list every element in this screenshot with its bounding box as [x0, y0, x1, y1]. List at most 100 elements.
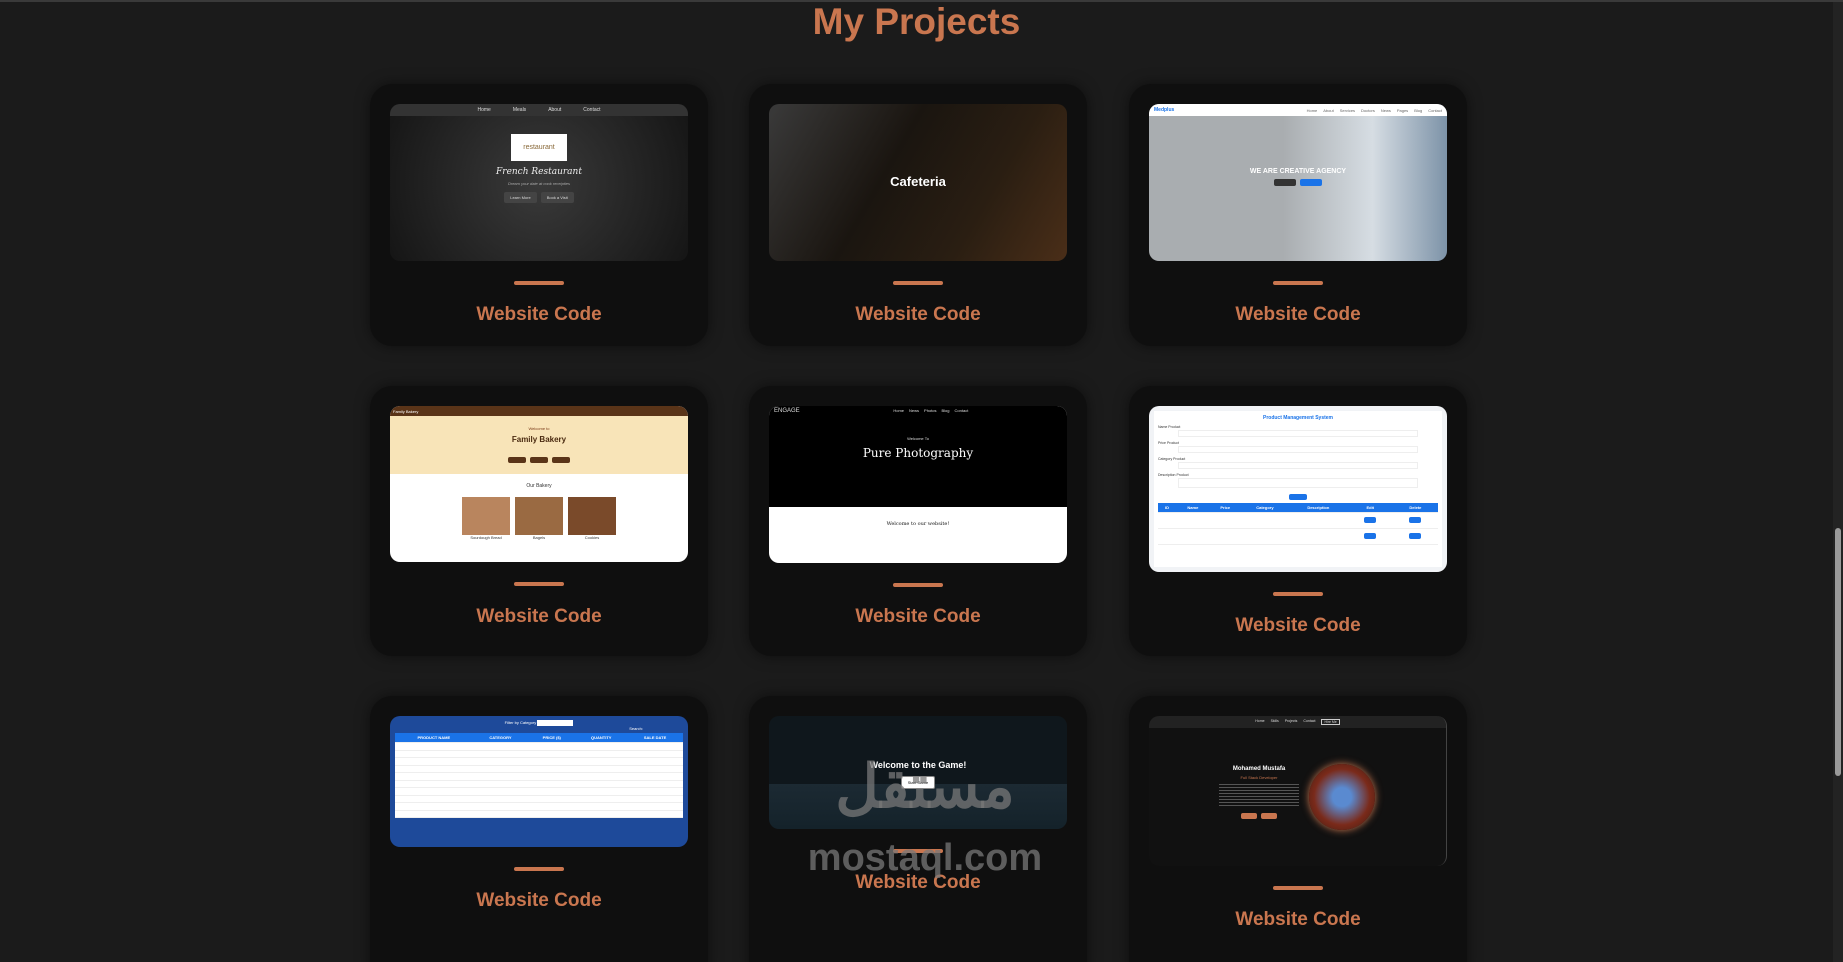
- nav-item: Pages: [1396, 107, 1409, 113]
- nav-item: About: [548, 107, 562, 113]
- preview-section: Our Bakery: [526, 483, 552, 489]
- preview-heading: Welcome to the Game!: [869, 760, 967, 770]
- column-header: SALE DATE: [627, 733, 683, 743]
- filter-label: Filter by Category: [504, 720, 537, 726]
- project-card-bakery: Family Bakery Welcome to Family Bakery O…: [370, 386, 708, 656]
- nav-item: Blog: [941, 408, 950, 413]
- preview-heading: Family Bakery: [511, 435, 567, 444]
- project-preview[interactable]: ENGAGE Home News Photos Blog Contact Welcome…: [769, 406, 1067, 563]
- project-card-sales-table: Filter by Category Search: PRODUCT NAME C…: [370, 696, 708, 962]
- column-header: Delete: [1392, 503, 1438, 513]
- column-header: Edit: [1347, 503, 1393, 513]
- nav-item: Home: [477, 107, 491, 113]
- preview-item: Cookies: [584, 535, 600, 540]
- field-label: Price Product: [1158, 441, 1180, 445]
- preview-logo: restaurant: [511, 134, 567, 161]
- preview-heading: Product Management System: [1262, 415, 1334, 421]
- nav-item: Home: [893, 408, 905, 413]
- project-preview[interactable]: Welcome to the Game! Start Game: [769, 716, 1067, 829]
- column-header: ID: [1158, 503, 1177, 513]
- column-header: PRICE ($): [528, 733, 576, 743]
- divider: [514, 582, 564, 586]
- divider: [893, 583, 943, 587]
- field-label: Category Product: [1158, 457, 1186, 461]
- nav-item: Contact: [1303, 719, 1316, 723]
- website-code-link[interactable]: Website Code: [370, 304, 708, 326]
- preview-welcome: Welcome To: [907, 436, 929, 441]
- nav-item: Hire Me: [1321, 719, 1340, 725]
- nav-item: Doctors: [1361, 107, 1375, 113]
- project-preview[interactable]: Filter by Category Search: PRODUCT NAME C…: [390, 716, 688, 847]
- project-preview[interactable]: Product Management System Name Product P…: [1149, 406, 1447, 572]
- preview-section: Welcome to our website!: [886, 521, 950, 527]
- preview-table: PRODUCT NAME CATEGORY PRICE ($) QUANTITY SAL…: [395, 733, 683, 818]
- preview-heading: Mohamed Mustafa: [1232, 766, 1286, 772]
- column-header: PRODUCT NAME: [395, 733, 473, 743]
- project-card-game: Welcome to the Game! Start Game Website …: [749, 696, 1087, 962]
- search-label: Search:: [629, 726, 643, 731]
- website-code-link[interactable]: Website Code: [370, 890, 708, 912]
- project-preview[interactable]: Home Meals About Contact restaurant French …: [390, 104, 688, 261]
- project-preview[interactable]: Home Skills Projects Contact Hire Me Mohamed…: [1149, 716, 1447, 866]
- nav-item: Meals: [512, 107, 527, 113]
- project-card-photography: ENGAGE Home News Photos Blog Contact Welcome…: [749, 386, 1087, 656]
- preview-heading: French Restaurant: [496, 167, 582, 177]
- project-preview[interactable]: Medplus Home About Services Doctors News Page…: [1149, 104, 1447, 261]
- preview-table: ID Name Price Category Description Edit Delete: [1158, 503, 1438, 545]
- column-header: Category: [1240, 503, 1289, 513]
- preview-welcome: Welcome to: [528, 426, 550, 431]
- scrollbar[interactable]: [1833, 2, 1843, 962]
- project-card-product-management: Product Management System Name Product P…: [1129, 386, 1467, 656]
- preview-button: Learn More: [504, 192, 537, 203]
- column-header: Description: [1288, 503, 1348, 513]
- preview-brand: ENGAGE: [774, 408, 800, 414]
- field-label: Name Product: [1158, 425, 1181, 429]
- nav-item: Contact: [583, 107, 601, 113]
- divider: [514, 281, 564, 285]
- nav-item: Contact: [1428, 107, 1442, 113]
- scrollbar-thumb[interactable]: [1835, 528, 1841, 776]
- website-code-link[interactable]: Website Code: [749, 872, 1087, 894]
- divider: [893, 849, 943, 853]
- nav-item: News: [1380, 107, 1391, 113]
- nav-item: Photos: [924, 408, 937, 413]
- field-label: Description Product: [1158, 473, 1189, 477]
- divider: [514, 867, 564, 871]
- column-header: Name: [1176, 503, 1210, 513]
- nav-item: Home: [1255, 719, 1265, 723]
- website-code-link[interactable]: Website Code: [1129, 909, 1467, 931]
- preview-heading: Pure Photography: [862, 446, 974, 460]
- nav-item: Projects: [1284, 719, 1298, 723]
- column-header: CATEGORY: [472, 733, 529, 743]
- preview-item: Bagels: [532, 535, 546, 540]
- divider: [1273, 886, 1323, 890]
- project-preview[interactable]: Family Bakery Welcome to Family Bakery O…: [390, 406, 688, 562]
- start-game-button: Start Game: [900, 776, 936, 789]
- divider: [1273, 592, 1323, 596]
- nav-item: Blog: [1414, 107, 1423, 113]
- nav-item: News: [909, 408, 920, 413]
- project-card-portfolio: Home Skills Projects Contact Hire Me Mohamed…: [1129, 696, 1467, 962]
- website-code-link[interactable]: Website Code: [749, 606, 1087, 628]
- preview-button: Book a Visit: [540, 192, 574, 203]
- column-header: Price: [1209, 503, 1241, 513]
- website-code-link[interactable]: Website Code: [1129, 615, 1467, 637]
- preview-nav: Home Meals About Contact: [390, 104, 688, 116]
- website-code-link[interactable]: Website Code: [1129, 304, 1467, 326]
- project-card-medplus: Medplus Home About Services Doctors News Page…: [1129, 84, 1467, 346]
- divider: [1273, 281, 1323, 285]
- preview-sub: Full Stack Developer: [1240, 775, 1278, 780]
- preview-sub: Dream your date at cook receipties: [507, 181, 571, 186]
- project-preview[interactable]: Cafeteria: [769, 104, 1067, 261]
- nav-item: Home: [1306, 107, 1318, 113]
- nav-item: Skills: [1270, 719, 1279, 723]
- website-code-link[interactable]: Website Code: [370, 606, 708, 628]
- website-code-link[interactable]: Website Code: [749, 304, 1087, 326]
- nav-item: About: [1323, 107, 1334, 113]
- project-card-cafeteria: Cafeteria Website Code: [749, 84, 1087, 346]
- nav-item: Contact: [954, 408, 969, 413]
- column-header: QUANTITY: [575, 733, 628, 743]
- preview-heading: Cafeteria: [890, 174, 946, 189]
- page-title: My Projects: [812, 1, 1021, 42]
- preview-brand: Medplus: [1154, 107, 1175, 113]
